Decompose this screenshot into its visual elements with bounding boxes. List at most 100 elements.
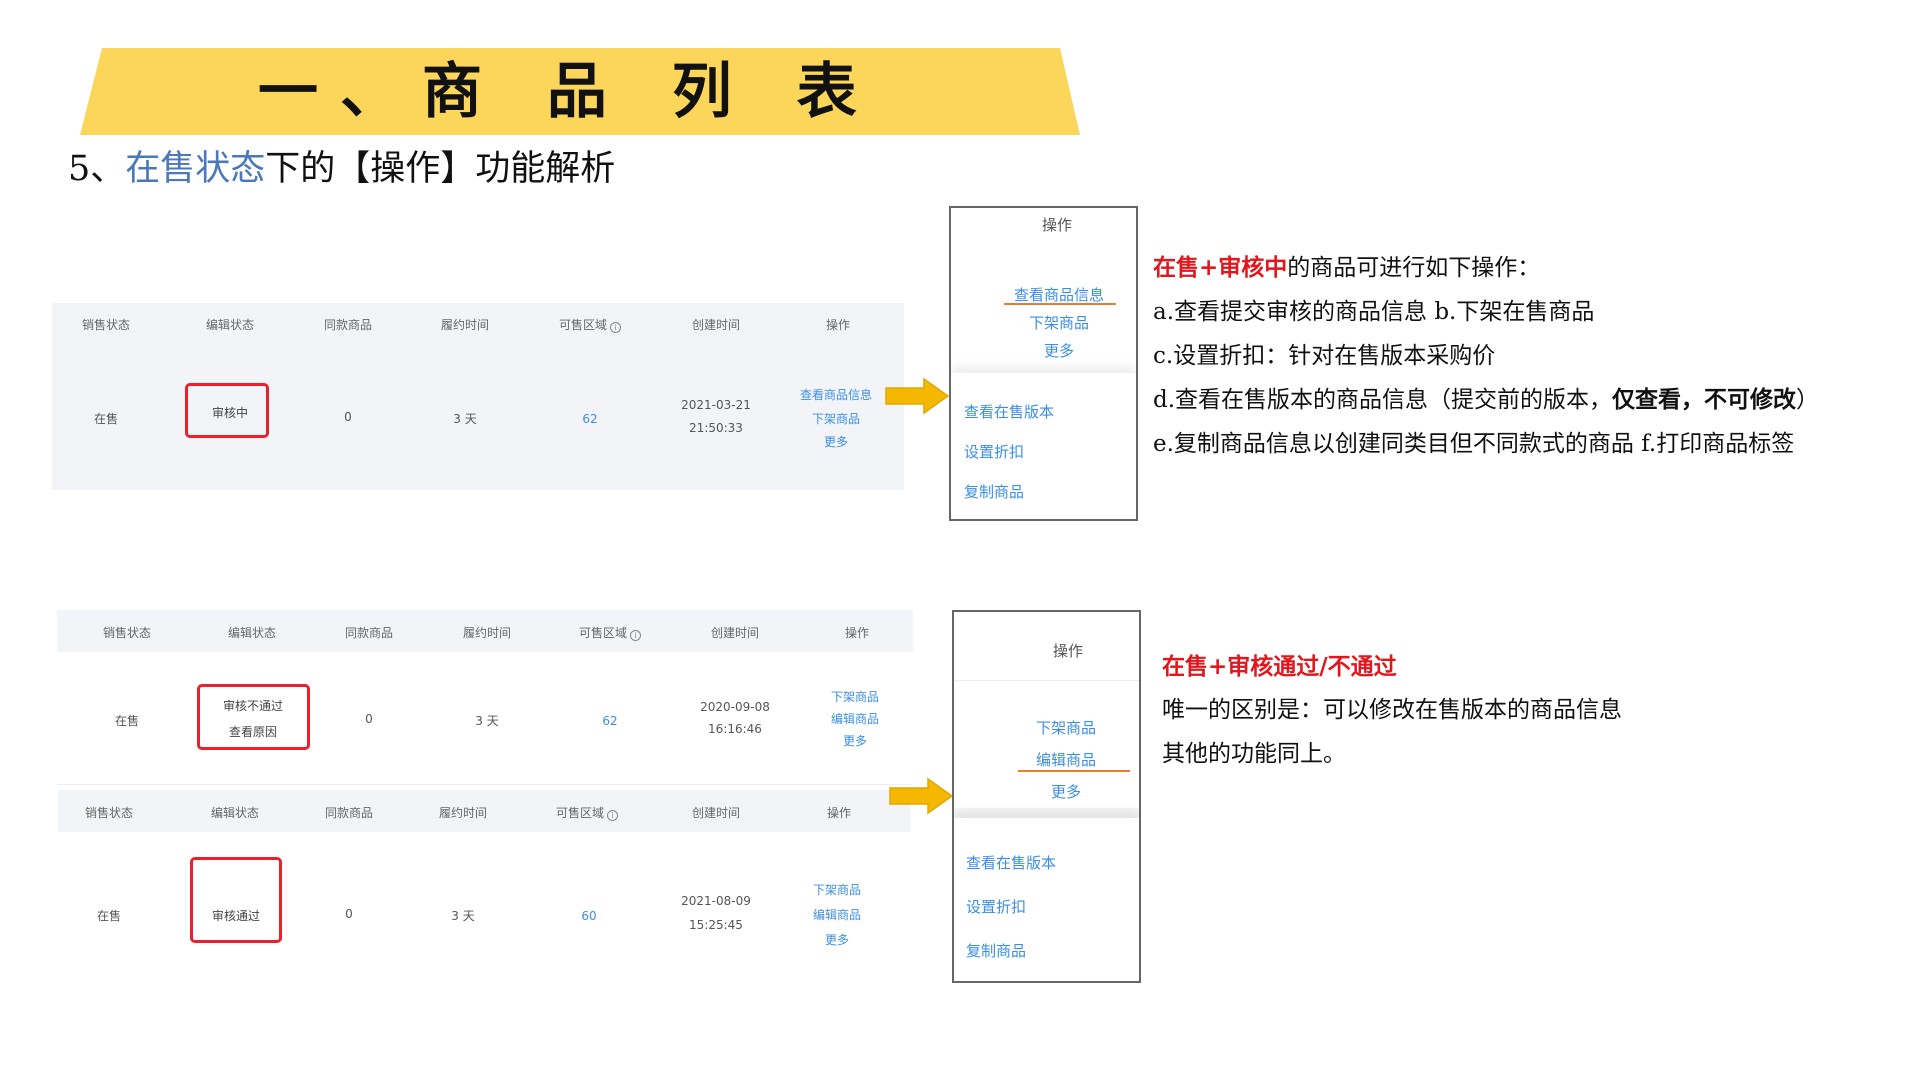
header-edit-status: 编辑状态 (227, 626, 277, 640)
action-edit-product[interactable]: 编辑商品 (813, 906, 861, 923)
panel-delist-product[interactable]: 下架商品 (1029, 312, 1089, 333)
annotation-red-text: 在售+审核通过/不通过 (1162, 653, 1397, 680)
table-header: 销售状态 编辑状态 同款商品 履约时间 可售区域 i 创建时间 操作 (52, 303, 904, 343)
header-same-goods: 同款商品 (323, 318, 373, 332)
cell-same-goods: 0 (365, 712, 373, 726)
table-row: 在售 0 3 天 62 2021-03-21 21:50:33 查看商品信息 下… (52, 343, 904, 490)
header-sale-status: 销售状态 (81, 318, 131, 332)
cell-created-time: 16:16:46 (708, 722, 762, 736)
edit-status-highlight-box (190, 857, 282, 943)
annotation-line-a: a.查看提交审核的商品信息 b.下架在售商品 (1153, 299, 1595, 325)
annotation-text: d.查看在售版本的商品信息（提交前的版本， (1153, 387, 1613, 413)
header-fulfill-time: 履约时间 (462, 626, 512, 640)
menu-view-onsale-version[interactable]: 查看在售版本 (964, 401, 1054, 422)
cell-created-time: 21:50:33 (689, 421, 743, 435)
annotation-line-d: d.查看在售版本的商品信息（提交前的版本，仅查看，不可修改） (1153, 380, 1819, 414)
annotation-bold-text: 仅查看，不可修改 (1612, 386, 1797, 413)
cell-edit-status: 审核不通过 (222, 699, 284, 713)
subtitle-prefix: 5、 (68, 149, 126, 189)
more-dropdown-menu: 查看在售版本 设置折扣 复制商品 (954, 818, 1139, 981)
header-created: 创建时间 (710, 626, 760, 640)
right-arrow-icon (889, 777, 954, 815)
cell-created-date: 2021-08-09 (681, 894, 751, 908)
cell-region-link[interactable]: 62 (582, 412, 597, 426)
panel-more[interactable]: 更多 (1051, 781, 1081, 802)
product-table-reviewing: 销售状态 编辑状态 同款商品 履约时间 可售区域 i 创建时间 操作 在售 0 3… (52, 303, 904, 490)
header-edit-status: 编辑状态 (210, 806, 260, 820)
header-region: 可售区域 i (556, 804, 619, 821)
table-header: 销售状态 编辑状态 同款商品 履约时间 可售区域 i 创建时间 操作 (58, 790, 911, 832)
action-edit-product[interactable]: 编辑商品 (831, 710, 879, 727)
active-underline (1018, 770, 1130, 772)
cell-created-date: 2020-09-08 (700, 700, 770, 714)
header-action: 操作 (825, 318, 851, 332)
annotation-text: ） (1796, 387, 1820, 413)
product-table-rejected: 销售状态 编辑状态 同款商品 履约时间 可售区域 i 创建时间 操作 在售 0 3… (57, 610, 913, 785)
action-delist-product[interactable]: 下架商品 (812, 410, 860, 427)
header-same-goods: 同款商品 (324, 806, 374, 820)
cell-sale-status: 在售 (96, 909, 122, 923)
cell-fulfill-time: 3 天 (451, 909, 475, 923)
active-underline (1004, 303, 1116, 305)
cell-region-link[interactable]: 62 (602, 714, 617, 728)
page-title: 一、商 品 列 表 (258, 57, 879, 127)
action-more[interactable]: 更多 (825, 931, 849, 948)
info-icon[interactable]: i (607, 810, 619, 821)
cell-sale-status: 在售 (93, 412, 119, 426)
header-region: 可售区域 i (579, 624, 642, 641)
panel-delist-product[interactable]: 下架商品 (1036, 717, 1096, 738)
header-fulfill-time: 履约时间 (440, 318, 490, 332)
annotation-reviewing-title: 在售+审核中的商品可进行如下操作： (1153, 248, 1540, 282)
product-table-approved: 销售状态 编辑状态 同款商品 履约时间 可售区域 i 创建时间 操作 在售 0 3… (58, 790, 911, 982)
section-subtitle: 5、在售状态下的【操作】功能解析 (68, 145, 615, 193)
action-delist-product[interactable]: 下架商品 (831, 688, 879, 705)
table-row: 在售 0 3 天 62 2020-09-08 16:16:46 下架商品 编辑商… (57, 652, 913, 785)
cell-same-goods: 0 (344, 410, 352, 424)
annotation-line-1: 唯一的区别是：可以修改在售版本的商品信息 (1162, 697, 1622, 723)
edit-status-highlight-box (197, 684, 310, 750)
panel-edit-product[interactable]: 编辑商品 (1036, 749, 1096, 770)
action-dropdown-panel: 操作 下架商品 编辑商品 更多 查看在售版本 设置折扣 复制商品 (952, 610, 1141, 983)
header-created: 创建时间 (691, 806, 741, 820)
menu-set-discount[interactable]: 设置折扣 (964, 441, 1024, 462)
menu-view-onsale-version[interactable]: 查看在售版本 (966, 852, 1056, 873)
annotation-line-e: e.复制商品信息以创建同类目但不同款式的商品 f.打印商品标签 (1153, 431, 1795, 457)
table-header: 销售状态 编辑状态 同款商品 履约时间 可售区域 i 创建时间 操作 (57, 610, 913, 652)
panel-header: 操作 (1052, 642, 1084, 660)
action-view-product-info[interactable]: 查看商品信息 (800, 386, 872, 403)
cell-fulfill-time: 3 天 (453, 412, 477, 426)
cell-region-link[interactable]: 60 (581, 909, 596, 923)
more-dropdown-menu: 查看在售版本 设置折扣 复制商品 (951, 373, 1136, 519)
panel-view-product-info[interactable]: 查看商品信息 (1014, 284, 1104, 305)
panel-header: 操作 (1041, 216, 1073, 234)
right-arrow-icon (885, 377, 950, 415)
info-icon[interactable]: i (630, 630, 642, 641)
action-more[interactable]: 更多 (843, 732, 867, 749)
panel-actions-column: 操作 下架商品 编辑商品 更多 (954, 612, 1139, 822)
annotation-text: 的商品可进行如下操作： (1287, 255, 1541, 281)
action-delist-product[interactable]: 下架商品 (813, 881, 861, 898)
action-dropdown-panel: 操作 查看商品信息 下架商品 更多 查看在售版本 设置折扣 复制商品 (949, 206, 1138, 521)
header-created: 创建时间 (691, 318, 741, 332)
annotation-red-text: 在售+审核中 (1153, 254, 1288, 281)
header-region: 可售区域 i (559, 316, 622, 333)
header-same-goods: 同款商品 (344, 626, 394, 640)
cell-fulfill-time: 3 天 (475, 714, 499, 728)
subtitle-suffix: 下的【操作】功能解析 (265, 149, 616, 189)
action-more[interactable]: 更多 (824, 433, 848, 450)
view-reason-link[interactable]: 查看原因 (229, 723, 277, 740)
menu-copy-product[interactable]: 复制商品 (966, 940, 1026, 961)
annotation-line-2: 其他的功能同上。 (1162, 741, 1346, 767)
header-edit-status: 编辑状态 (205, 318, 255, 332)
annotation-line-c: c.设置折扣：针对在售版本采购价 (1153, 343, 1496, 369)
cell-created-time: 15:25:45 (689, 918, 743, 932)
header-action: 操作 (844, 626, 870, 640)
cell-same-goods: 0 (345, 907, 353, 921)
table-row: 在售 0 3 天 60 2021-08-09 15:25:45 下架商品 编辑商… (58, 832, 911, 982)
menu-set-discount[interactable]: 设置折扣 (966, 896, 1026, 917)
info-icon[interactable]: i (610, 322, 622, 333)
header-action: 操作 (826, 806, 852, 820)
header-sale-status: 销售状态 (102, 626, 152, 640)
menu-copy-product[interactable]: 复制商品 (964, 481, 1024, 502)
panel-more[interactable]: 更多 (1044, 340, 1074, 361)
